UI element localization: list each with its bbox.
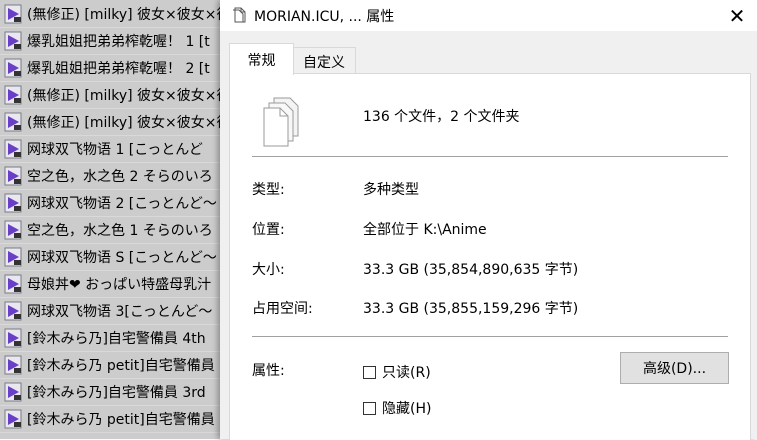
list-item[interactable]: (無修正) [milky] 彼女×彼女×彼女 — [0, 81, 224, 109]
divider — [252, 336, 728, 337]
list-item[interactable]: 网球双飞物语 1 [こっとんど — [0, 135, 224, 163]
checkbox-box[interactable] — [363, 365, 376, 379]
video-file-icon — [3, 4, 23, 24]
file-name: 空之色，水之色 1 そらのいろ — [27, 222, 213, 239]
type-value: 多种类型 — [363, 182, 419, 198]
video-file-icon — [3, 274, 23, 294]
video-file-icon — [3, 328, 23, 348]
video-file-icon — [3, 301, 23, 321]
list-item[interactable]: (無修正) [milky] 彼女×彼女×彼女 — [0, 108, 224, 136]
video-file-icon — [3, 220, 23, 240]
location-label: 位置: — [252, 222, 285, 238]
video-file-icon — [3, 139, 23, 159]
list-item[interactable]: 网球双飞物语 2 [こっとんど～ — [0, 189, 224, 217]
divider — [252, 156, 728, 157]
video-file-icon — [3, 409, 23, 429]
file-list: (無修正) [milky] 彼女×彼女×彼女 爆乳姐姐把弟弟榨乾喔！ 1 [t 爆乳… — [0, 0, 224, 439]
list-item[interactable]: (無修正) [milky] 彼女×彼女×彼女 — [0, 0, 224, 28]
video-file-icon — [3, 31, 23, 51]
file-name: (無修正) [milky] 彼女×彼女×彼女 — [27, 6, 224, 23]
video-file-icon — [3, 85, 23, 105]
file-name: 空之色，水之色 2 そらのいろ — [27, 168, 213, 185]
video-file-icon — [3, 58, 23, 78]
video-file-icon — [3, 355, 23, 375]
close-button[interactable]: ✕ — [717, 0, 757, 31]
file-name: [鈴木みら乃 petit]自宅警備員 — [27, 357, 215, 374]
multiple-files-icon — [260, 92, 304, 152]
file-name: 爆乳姐姐把弟弟榨乾喔！ 2 [t — [27, 60, 210, 77]
file-name: 网球双飞物语 3[こっとんど～ — [27, 303, 213, 320]
list-item[interactable]: [鈴木みら乃 petit]自宅警備員 — [0, 351, 224, 379]
advanced-button[interactable]: 高级(D)... — [620, 352, 729, 384]
list-item[interactable]: 网球双飞物语 S [こっとんど～ — [0, 243, 224, 271]
checkbox-box[interactable] — [363, 401, 376, 415]
title-bar[interactable]: MORIAN.ICU, ... 属性 ✕ — [220, 0, 757, 31]
video-file-icon — [3, 247, 23, 267]
tab-custom[interactable]: 自定义 — [293, 47, 356, 75]
video-file-icon — [3, 166, 23, 186]
general-panel: 136 个文件，2 个文件夹 类型: 多种类型 位置: 全部位于 K:\Anim… — [229, 73, 751, 440]
readonly-label[interactable]: 只读(R) — [382, 362, 431, 382]
location-value: 全部位于 K:\Anime — [363, 222, 487, 238]
list-item[interactable]: [鈴木みら乃]自宅警備員 3rd — [0, 378, 224, 406]
file-name: (無修正) [milky] 彼女×彼女×彼女 — [27, 87, 224, 104]
size-on-disk-label: 占用空间: — [252, 301, 313, 317]
hidden-label[interactable]: 隐藏(H) — [382, 398, 431, 418]
readonly-checkbox[interactable]: 只读(R) — [363, 362, 431, 382]
document-icon — [230, 6, 248, 24]
properties-dialog: MORIAN.ICU, ... 属性 ✕ 常规 自定义 136 个文件，2 个文… — [220, 0, 757, 440]
size-value: 33.3 GB (35,854,890,635 字节) — [363, 262, 579, 278]
attributes-label: 属性: — [252, 363, 285, 379]
video-file-icon — [3, 193, 23, 213]
file-name: 爆乳姐姐把弟弟榨乾喔！ 1 [t — [27, 33, 210, 50]
file-name: (無修正) [milky] 彼女×彼女×彼女 — [27, 114, 224, 131]
selection-summary: 136 个文件，2 个文件夹 — [363, 109, 520, 125]
video-file-icon — [3, 112, 23, 132]
list-item[interactable]: [鈴木みら乃]自宅警備員 4th — [0, 324, 224, 352]
list-item[interactable]: [鈴木みら乃 petit]自宅警備員 — [0, 405, 224, 433]
file-name: [鈴木みら乃]自宅警備員 3rd — [27, 384, 206, 401]
window-title: MORIAN.ICU, ... 属性 — [254, 9, 395, 25]
video-file-icon — [3, 382, 23, 402]
tab-general[interactable]: 常规 — [229, 43, 294, 75]
list-item[interactable]: 母娘丼❤ おっぱい特盛母乳汁 — [0, 270, 224, 298]
file-name: 网球双飞物语 2 [こっとんど～ — [27, 195, 217, 212]
hidden-checkbox[interactable]: 隐藏(H) — [363, 398, 431, 418]
list-item[interactable]: 空之色，水之色 2 そらのいろ — [0, 162, 224, 190]
size-on-disk-value: 33.3 GB (35,855,159,296 字节) — [363, 301, 579, 317]
file-name: 网球双飞物语 S [こっとんど～ — [27, 249, 217, 266]
file-name: [鈴木みら乃]自宅警備員 4th — [27, 330, 206, 347]
list-item[interactable]: 空之色，水之色 1 そらのいろ — [0, 216, 224, 244]
file-name: [鈴木みら乃 petit]自宅警備員 — [27, 411, 215, 428]
type-label: 类型: — [252, 182, 285, 198]
file-name: 母娘丼❤ おっぱい特盛母乳汁 — [27, 276, 212, 293]
list-item[interactable]: 爆乳姐姐把弟弟榨乾喔！ 1 [t — [0, 27, 224, 55]
size-label: 大小: — [252, 262, 285, 278]
list-item[interactable]: 网球双飞物语 3[こっとんど～ — [0, 297, 224, 325]
file-name: 网球双飞物语 1 [こっとんど — [27, 141, 203, 158]
list-item[interactable]: 爆乳姐姐把弟弟榨乾喔！ 2 [t — [0, 54, 224, 82]
